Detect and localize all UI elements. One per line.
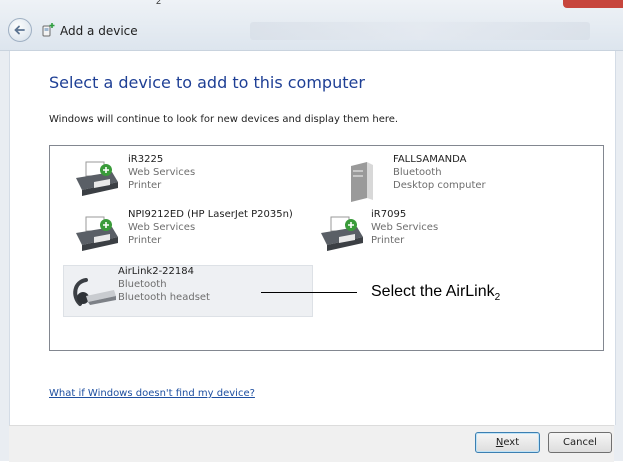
device-name: NPI9212ED (HP LaserJet P2035n) — [128, 209, 293, 220]
callout-subscript: 2 — [494, 292, 501, 304]
device-connection: Web Services — [371, 222, 439, 233]
device-item-ir7095[interactable]: iR7095 Web Services Printer — [305, 209, 555, 261]
callout-text: Select the AirLink2 — [371, 283, 500, 303]
device-type: Printer — [128, 235, 162, 246]
device-type: Desktop computer — [393, 180, 486, 191]
next-button[interactable]: Next — [475, 432, 540, 453]
device-connection: Bluetooth — [393, 167, 442, 178]
instruction-text: Windows will continue to look for new de… — [49, 114, 399, 125]
bluetooth-headset-icon — [73, 278, 116, 306]
callout-line — [261, 292, 357, 293]
device-name: iR7095 — [371, 209, 407, 220]
device-item-airlink2[interactable]: AirLink2-22184 Bluetooth Bluetooth heads… — [63, 265, 313, 317]
device-type: Bluetooth headset — [118, 292, 210, 303]
title-bar: 2 Add a device — [0, 0, 623, 51]
help-link[interactable]: What if Windows doesn't find my device? — [49, 388, 255, 399]
window-title: Add a device — [60, 24, 138, 38]
device-name: iR3225 — [128, 154, 164, 165]
printer-icon — [321, 216, 363, 251]
window-close-edge[interactable] — [563, 0, 623, 8]
device-connection: Bluetooth — [118, 279, 167, 290]
next-label-rest: ext — [503, 437, 520, 448]
printer-icon — [76, 161, 118, 196]
device-type: Printer — [128, 180, 162, 191]
page-heading: Select a device to add to this computer — [49, 73, 365, 92]
callout-label: Select the AirLink — [371, 283, 495, 300]
device-connection: Web Services — [128, 222, 196, 233]
device-list[interactable]: iR3225 Web Services Printer FALLSAMANDA … — [49, 145, 604, 351]
device-name: FALLSAMANDA — [393, 154, 467, 165]
left-frame — [0, 51, 9, 461]
desktop-computer-icon — [351, 162, 373, 202]
device-item-fallsamanda[interactable]: FALLSAMANDA Bluetooth Desktop computer — [325, 154, 575, 206]
back-arrow-icon — [14, 25, 25, 35]
address-bar-blur — [250, 22, 590, 40]
device-item-npi9212ed[interactable]: NPI9212ED (HP LaserJet P2035n) Web Servi… — [60, 209, 310, 261]
device-connection: Web Services — [128, 167, 196, 178]
cancel-button[interactable]: Cancel — [548, 432, 612, 453]
printer-icon — [76, 216, 118, 251]
device-item-ir3225[interactable]: iR3225 Web Services Printer — [60, 154, 310, 206]
device-type: Printer — [371, 235, 405, 246]
top-glyph: 2 — [156, 0, 162, 6]
device-name: AirLink2-22184 — [118, 266, 194, 277]
add-device-icon — [42, 23, 55, 37]
back-button[interactable] — [8, 18, 32, 42]
